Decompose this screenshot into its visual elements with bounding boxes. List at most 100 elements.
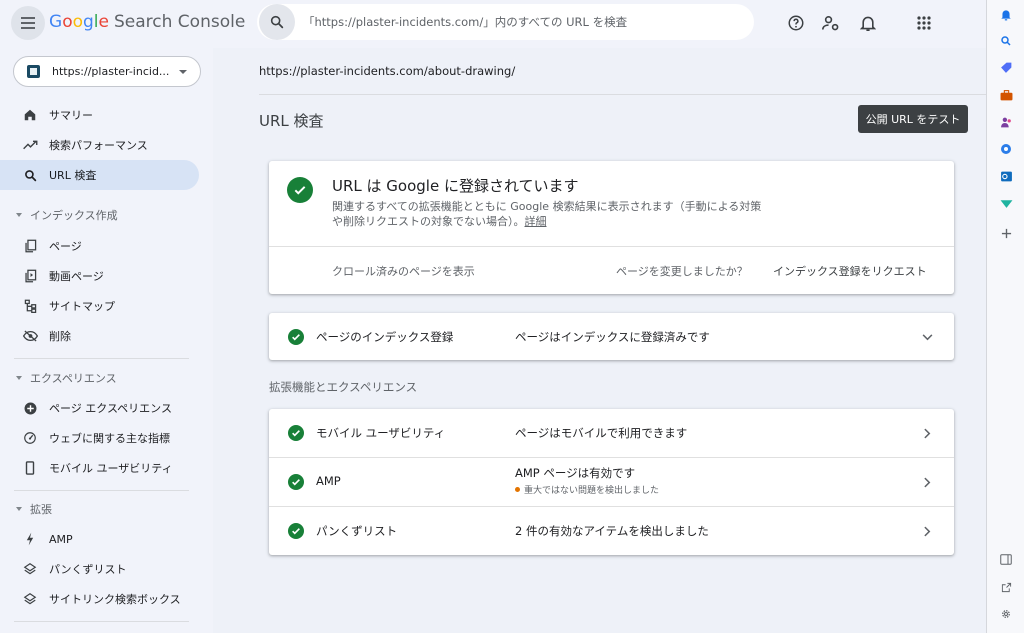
sidebar-item-url-inspection[interactable]: URL 検査 <box>0 160 199 190</box>
indexing-value: ページはインデックスに登録済みです <box>515 330 710 344</box>
help-icon[interactable] <box>785 12 807 34</box>
bell-icon[interactable] <box>998 6 1014 22</box>
check-circle-icon <box>288 425 304 441</box>
top-header: Google Search Console <box>0 0 986 48</box>
toolbox-icon[interactable] <box>998 87 1014 103</box>
search-icon[interactable] <box>259 4 295 40</box>
search-input[interactable] <box>303 15 743 29</box>
enhancement-label: AMP <box>316 474 341 488</box>
enhancements-card: モバイル ユーザビリティ ページはモバイルで利用できます AMP AMP ページ… <box>269 409 954 555</box>
test-live-url-button[interactable]: 公開 URL をテスト <box>858 105 968 133</box>
inspected-url: https://plaster-incidents.com/about-draw… <box>259 64 516 78</box>
view-crawled-page-link[interactable]: クロール済みのページを表示 <box>332 263 475 279</box>
settings-gear-icon[interactable] <box>998 606 1014 622</box>
app-logo[interactable]: Google Search Console <box>49 12 245 32</box>
copilot-icon[interactable] <box>998 141 1014 157</box>
section-indexing[interactable]: インデックス作成 <box>0 204 118 226</box>
sidebar: https://plaster-incid... サマリー 検索パフォーマンス … <box>0 48 213 633</box>
drop-icon[interactable] <box>998 195 1014 211</box>
search-icon <box>22 167 38 183</box>
outlook-icon[interactable] <box>998 168 1014 184</box>
header-divider <box>259 94 986 95</box>
sidebar-item-amp[interactable]: AMP <box>0 524 199 554</box>
product-name: Search Console <box>114 12 246 32</box>
page-changed-question: ページを変更しましたか？ <box>616 265 748 278</box>
sidebar-item-summary[interactable]: サマリー <box>0 100 199 130</box>
warning-dot-icon <box>515 487 520 492</box>
check-circle-icon <box>288 474 304 490</box>
status-title: URL は Google に登録されています <box>332 177 579 195</box>
chevron-right-icon[interactable] <box>920 475 934 489</box>
notifications-icon[interactable] <box>857 12 879 34</box>
collapse-triangle-icon <box>16 376 22 380</box>
sidebar-toggle-icon[interactable] <box>998 551 1014 567</box>
sidebar-item-page-experience[interactable]: ページ エクスペリエンス <box>0 393 199 423</box>
section-enhancements[interactable]: 拡張 <box>0 498 52 520</box>
add-circle-icon <box>22 400 38 416</box>
check-circle-icon <box>288 523 304 539</box>
trending-up-icon <box>22 137 38 153</box>
manage-users-icon[interactable] <box>820 12 842 34</box>
tag-icon[interactable] <box>998 60 1014 76</box>
search-icon[interactable] <box>998 33 1014 49</box>
chevron-right-icon[interactable] <box>920 524 934 538</box>
smartphone-icon <box>22 460 38 476</box>
people-icon[interactable] <box>998 114 1014 130</box>
enhancement-label: パンくずリスト <box>316 524 398 538</box>
card-divider <box>269 246 954 247</box>
details-link[interactable]: 詳細 <box>525 215 547 228</box>
enhancements-heading: 拡張機能とエクスペリエンス <box>269 380 418 394</box>
external-link-icon[interactable] <box>998 579 1014 595</box>
sidebar-divider <box>14 490 189 491</box>
page-title: URL 検査 <box>259 112 324 130</box>
sidebar-divider <box>14 621 189 622</box>
url-inspection-search[interactable] <box>257 4 754 40</box>
index-status-card: URL は Google に登録されています 関連するすべての拡張機能とともに … <box>269 161 954 294</box>
sidebar-item-removals[interactable]: 削除 <box>0 321 199 351</box>
layers-icon <box>22 561 38 577</box>
collapse-triangle-icon <box>16 507 22 511</box>
sidebar-item-breadcrumbs[interactable]: パンくずリスト <box>0 554 199 584</box>
site-favicon-icon <box>27 65 40 78</box>
bolt-icon <box>22 531 38 547</box>
sidebar-item-video-pages[interactable]: 動画ページ <box>0 261 199 291</box>
chevron-down-icon <box>179 69 188 74</box>
enhancement-label: モバイル ユーザビリティ <box>316 426 446 440</box>
speed-icon <box>22 430 38 446</box>
add-icon[interactable] <box>998 225 1014 241</box>
sidebar-item-pages[interactable]: ページ <box>0 231 199 261</box>
sidebar-item-core-web-vitals[interactable]: ウェブに関する主な指標 <box>0 423 199 453</box>
sidebar-divider <box>14 358 189 359</box>
sidebar-item-sitelinks-searchbox[interactable]: サイトリンク検索ボックス <box>0 584 199 614</box>
home-icon <box>22 107 38 123</box>
main-menu-icon[interactable] <box>11 6 45 40</box>
video-pages-icon <box>22 268 38 284</box>
row-divider <box>269 457 954 458</box>
enhancement-warning: 重大ではない問題を検出しました <box>515 483 659 496</box>
property-label: https://plaster-incid... <box>52 65 170 78</box>
row-divider <box>269 506 954 507</box>
check-circle-icon <box>287 177 313 203</box>
browser-side-rail <box>986 0 1024 633</box>
layers-icon <box>22 591 38 607</box>
chevron-right-icon[interactable] <box>920 426 934 440</box>
apps-grid-icon[interactable] <box>913 12 935 34</box>
property-selector[interactable]: https://plaster-incid... <box>13 56 201 87</box>
sidebar-item-mobile-usability[interactable]: モバイル ユーザビリティ <box>0 453 199 483</box>
sitemap-icon <box>22 298 38 314</box>
section-experience[interactable]: エクスペリエンス <box>0 367 117 389</box>
request-indexing-link[interactable]: インデックス登録をリクエスト <box>773 263 927 279</box>
collapse-triangle-icon <box>16 213 22 217</box>
chevron-down-icon[interactable] <box>920 330 934 344</box>
enhancement-value: AMP ページは有効です <box>515 466 636 480</box>
sidebar-item-performance[interactable]: 検索パフォーマンス <box>0 130 199 160</box>
enhancement-value: 2 件の有効なアイテムを検出しました <box>515 524 709 538</box>
indexing-label: ページのインデックス登録 <box>316 330 454 344</box>
check-circle-icon <box>288 329 304 345</box>
enhancement-value: ページはモバイルで利用できます <box>515 426 688 440</box>
pages-icon <box>22 238 38 254</box>
sidebar-item-sitemaps[interactable]: サイトマップ <box>0 291 199 321</box>
main-content: https://plaster-incidents.com/about-draw… <box>213 48 986 633</box>
page-indexing-card[interactable]: ページのインデックス登録 ページはインデックスに登録済みです <box>269 313 954 360</box>
status-description: 関連するすべての拡張機能とともに Google 検索結果に表示されます（手動によ… <box>332 200 762 228</box>
